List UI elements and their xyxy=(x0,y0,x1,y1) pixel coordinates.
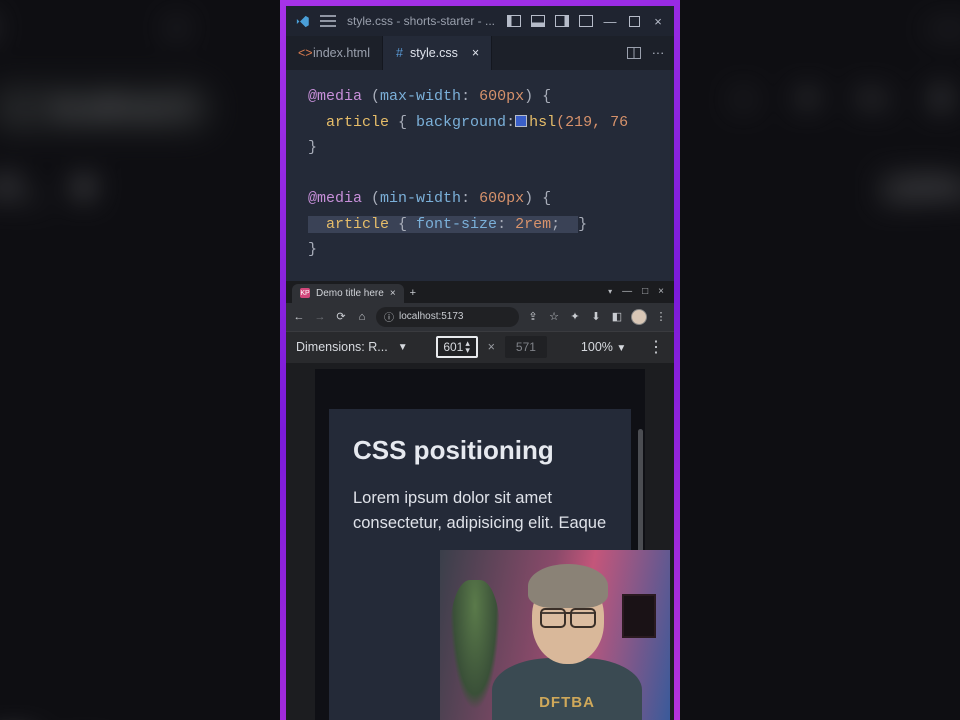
download-icon[interactable]: ⬇ xyxy=(589,310,603,323)
bg-url: localhost:5 xyxy=(50,91,193,125)
layout-right-icon[interactable] xyxy=(554,13,570,29)
menu-icon[interactable] xyxy=(320,13,336,29)
close-icon[interactable]: × xyxy=(650,13,666,29)
tab-label: index.html xyxy=(313,46,370,60)
panel-icon[interactable]: ◧ xyxy=(610,310,624,323)
minimize-icon[interactable]: — xyxy=(602,13,618,29)
profile-avatar[interactable] xyxy=(631,309,647,325)
page-heading: CSS positioning xyxy=(353,435,607,466)
zoom-level[interactable]: 100% ▼ xyxy=(581,340,626,354)
vscode-titlebar: style.css - shorts-starter - ... — × xyxy=(286,6,674,36)
css-file-icon: # xyxy=(395,46,404,60)
reading-list-icon: ≡♪ xyxy=(858,82,891,117)
phone-contents: style.css - shorts-starter - ... — × <> … xyxy=(286,6,674,720)
html-file-icon: <> xyxy=(298,46,307,60)
more-icon[interactable]: ··· xyxy=(650,45,666,61)
extensions-icon[interactable]: ✦ xyxy=(568,310,582,323)
chevron-down-icon[interactable]: ▼ xyxy=(398,342,408,353)
forward-icon[interactable]: → xyxy=(313,311,327,323)
layout-left-icon[interactable] xyxy=(506,13,522,29)
color-swatch-icon[interactable] xyxy=(515,115,527,127)
code-editor[interactable]: @media (max-width: 600px) { article { ba… xyxy=(286,70,674,281)
back-icon[interactable]: ← xyxy=(292,311,306,323)
bg-devbar-left: ensions: R...▼ xyxy=(0,170,101,209)
url-text: localhost:5173 xyxy=(399,311,464,322)
tab-style-css[interactable]: # style.css × xyxy=(383,36,492,70)
chrome-titlebar: KP Demo title here × + ▾ — □ × xyxy=(286,281,674,303)
new-tab-button[interactable]: + xyxy=(404,284,422,303)
vertical-video-frame: style.css - shorts-starter - ... — × <> … xyxy=(280,0,680,720)
presenter-webcam xyxy=(440,550,670,720)
height-input[interactable]: 571 xyxy=(505,336,547,358)
star-icon[interactable]: ☆ xyxy=(547,310,561,323)
devtools-device-bar: Dimensions: R... ▼ 601▴▾ × 571 100% ▼ ⋮ xyxy=(286,331,674,363)
maximize-icon[interactable] xyxy=(626,13,642,29)
layout-bottom-icon[interactable] xyxy=(530,13,546,29)
chevron-down-icon: ▼ xyxy=(67,170,101,209)
vscode-logo-icon xyxy=(294,13,310,29)
window-title: style.css - shorts-starter - ... xyxy=(346,14,496,28)
download-icon: ⬇ xyxy=(929,82,954,117)
share-icon[interactable]: ⇪ xyxy=(526,310,540,323)
chevron-down-icon: ▼ xyxy=(616,343,626,354)
reload-icon[interactable]: ⟳ xyxy=(334,310,348,323)
tab-close-icon[interactable]: × xyxy=(472,46,479,60)
minimize-icon: — xyxy=(930,6,960,49)
chrome-toolbar: ← → ⟳ ⌂ ⓘ localhost:5173 ⇪ ☆ ✦ ⬇ ◧ ⋮ xyxy=(286,303,674,331)
maximize-icon[interactable]: □ xyxy=(642,286,648,297)
close-icon[interactable]: × xyxy=(658,286,664,297)
browser-tab[interactable]: KP Demo title here × xyxy=(292,284,404,303)
dimensions-label[interactable]: Dimensions: R... xyxy=(296,340,388,354)
tab-actions: ··· xyxy=(626,45,674,61)
bg-right-icons: ☆ ✦ ≡♪ ⬇ ◧ xyxy=(730,82,960,117)
tab-index-html[interactable]: <> index.html xyxy=(286,36,383,70)
chevron-down-icon[interactable]: ▾ xyxy=(608,287,612,296)
glasses-icon xyxy=(540,612,596,628)
width-input[interactable]: 601▴▾ xyxy=(436,336,478,358)
home-icon[interactable]: ⌂ xyxy=(355,311,369,323)
layout-grid-icon[interactable] xyxy=(578,13,594,29)
bg-tab-close: × xyxy=(168,12,186,46)
split-editor-icon[interactable] xyxy=(626,45,642,61)
multiply-symbol: × xyxy=(488,340,495,354)
url-bar[interactable]: ⓘ localhost:5173 xyxy=(376,307,519,327)
info-icon[interactable]: ⓘ xyxy=(384,309,394,324)
tab-label: style.css xyxy=(410,46,458,60)
kebab-menu-icon[interactable]: ⋮ xyxy=(648,337,664,357)
vscode-window: style.css - shorts-starter - ... — × <> … xyxy=(286,6,674,281)
editor-tab-row: <> index.html # style.css × ··· xyxy=(286,36,674,70)
minimize-icon[interactable]: — xyxy=(622,286,632,297)
tab-close-icon[interactable]: × xyxy=(390,288,396,299)
extensions-icon: ✦ xyxy=(795,82,820,117)
favicon-icon: KP xyxy=(300,288,310,298)
bg-toolbar: C ⌂ ⓘ localhost:5 xyxy=(0,80,217,136)
bg-win-buttons: — xyxy=(930,6,960,49)
kebab-menu-icon[interactable]: ⋮ xyxy=(654,310,668,323)
star-icon: ☆ xyxy=(730,82,757,117)
presenter-hair xyxy=(528,564,608,608)
bg-zoom: 100% ▼ xyxy=(880,170,960,209)
page-paragraph: Lorem ipsum dolor sit amet consectetur, … xyxy=(353,486,607,537)
scrollbar-thumb[interactable] xyxy=(638,429,643,559)
tab-title: Demo title here xyxy=(316,288,384,299)
wall-frame xyxy=(622,594,656,638)
info-icon: ⓘ xyxy=(6,86,36,130)
presenter-shirt xyxy=(492,658,642,720)
